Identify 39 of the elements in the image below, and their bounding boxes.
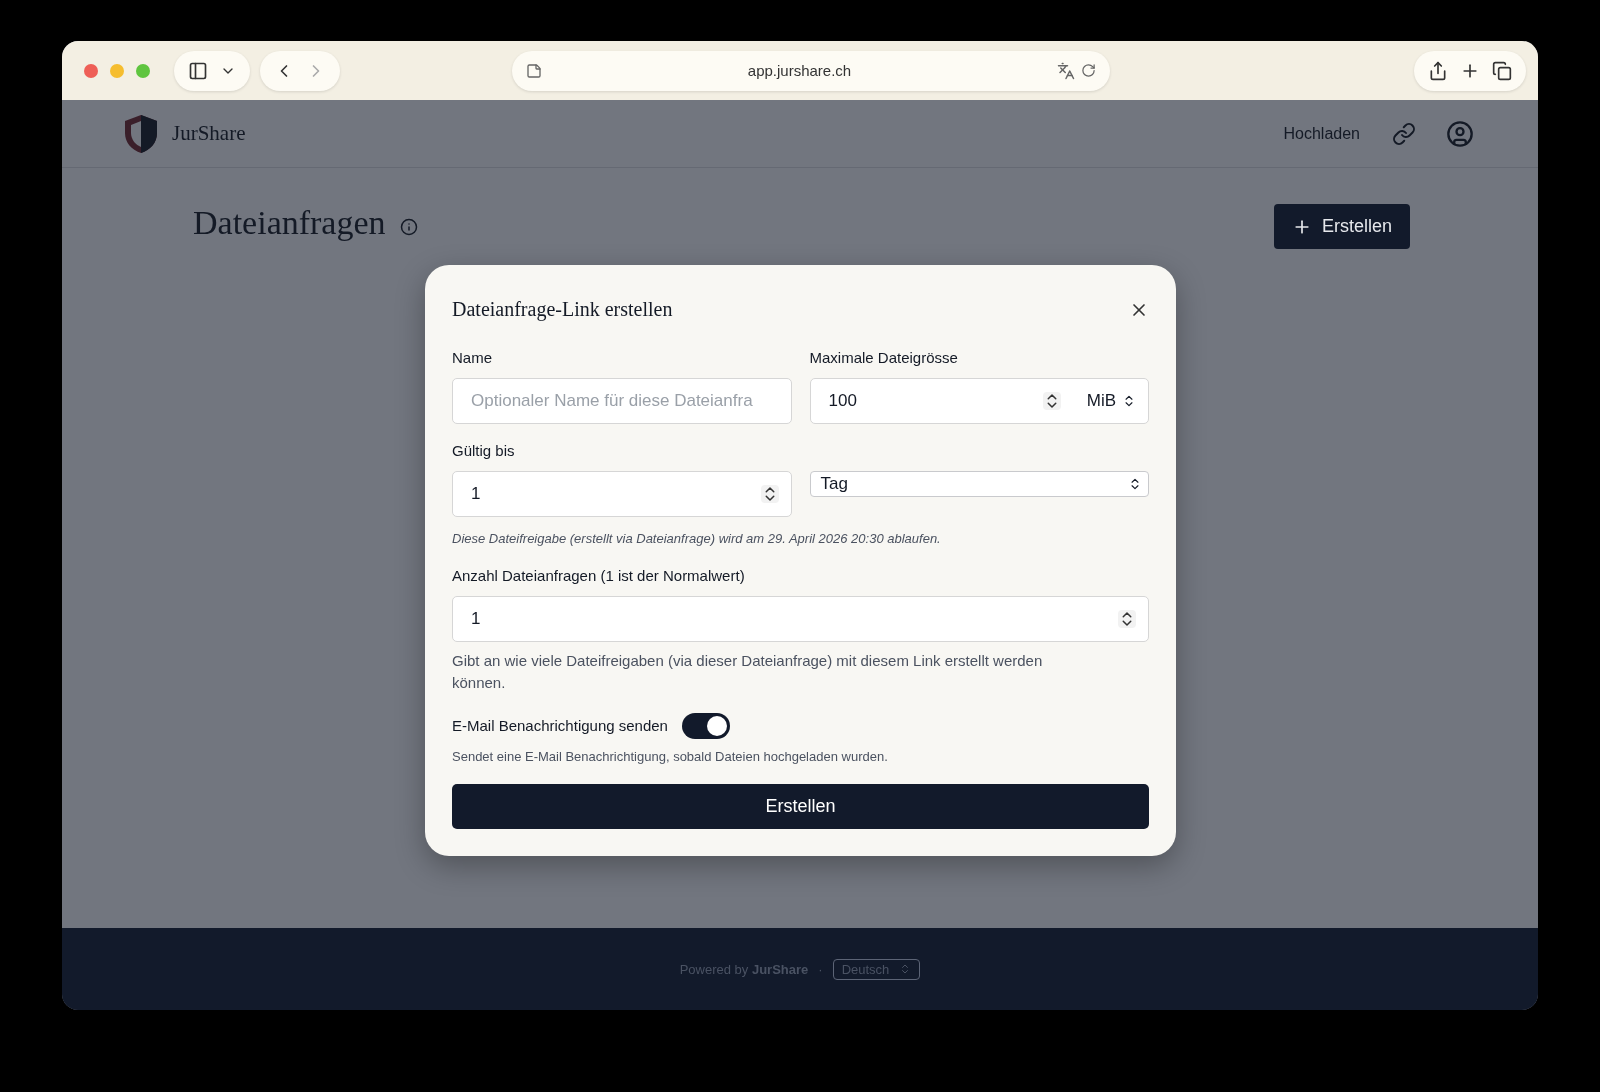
unit-select[interactable]: Tag: [809, 471, 1149, 497]
reader-icon[interactable]: [526, 62, 542, 79]
name-field[interactable]: Optionaler Name für diese Dateianfra: [452, 378, 792, 424]
field-label: Name: [452, 349, 493, 367]
size-field[interactable]: 100 MiB: [809, 378, 1149, 424]
info-icon[interactable]: [399, 218, 418, 236]
duration-field[interactable]: 1: [452, 471, 792, 517]
unit-select[interactable]: MiB: [1086, 391, 1136, 411]
notification-toggle[interactable]: [681, 712, 730, 739]
create-button[interactable]: Erstellen: [1273, 204, 1410, 249]
count-hint: Gibt an wie viele Dateifreigaben (via dieser Dateianfrage) mit diesem Link erstellt werden können.: [452, 650, 1044, 693]
translate-icon[interactable]: [1057, 61, 1075, 80]
close-window-button[interactable]: [84, 63, 98, 78]
dialog-title: Dateianfrage-Link erstellen: [452, 298, 673, 321]
duration-input[interactable]: 1: [471, 484, 753, 504]
upload-link[interactable]: Hochladen: [1283, 124, 1360, 143]
link-icon[interactable]: [1392, 121, 1416, 146]
reload-icon[interactable]: [1081, 63, 1096, 78]
user-icon[interactable]: [1446, 119, 1474, 148]
sidebar-icon[interactable]: [188, 60, 208, 81]
field-label: Maximale Dateigrösse: [809, 349, 959, 367]
share-icon[interactable]: [1428, 60, 1448, 81]
expiry-hint: Diese Dateifreigabe (erstellt via Dateianfrage) wird am 29. April 2026 20:30 ablaufen.: [452, 530, 942, 548]
url-text: app.jurshare.ch: [746, 62, 853, 79]
toggle-label: E-Mail Benachrichtigung senden: [452, 717, 668, 734]
field-label: Anzahl Dateianfragen (1 ist der Normalwert): [452, 566, 746, 585]
shield-logo-icon: [122, 112, 160, 155]
count-input[interactable]: 1: [471, 608, 1110, 629]
size-input[interactable]: 100: [828, 391, 1035, 411]
separator-dot: ·: [818, 961, 823, 977]
count-field[interactable]: 1: [452, 595, 1149, 642]
brand-name: JurShare: [172, 121, 246, 146]
page-title: Dateianfragen: [193, 204, 386, 242]
notification-hint: Sendet eine E-Mail Benachrichtigung, sobald Dateien hochgeladen wurden.: [452, 747, 889, 766]
powered-by-text: Powered by JurShare: [679, 961, 809, 977]
submit-button[interactable]: Erstellen: [452, 784, 1149, 829]
tabs-icon[interactable]: [1492, 60, 1512, 81]
address-bar[interactable]: app.jurshare.ch: [512, 50, 1110, 91]
field-label: Gültig bis: [452, 442, 516, 460]
